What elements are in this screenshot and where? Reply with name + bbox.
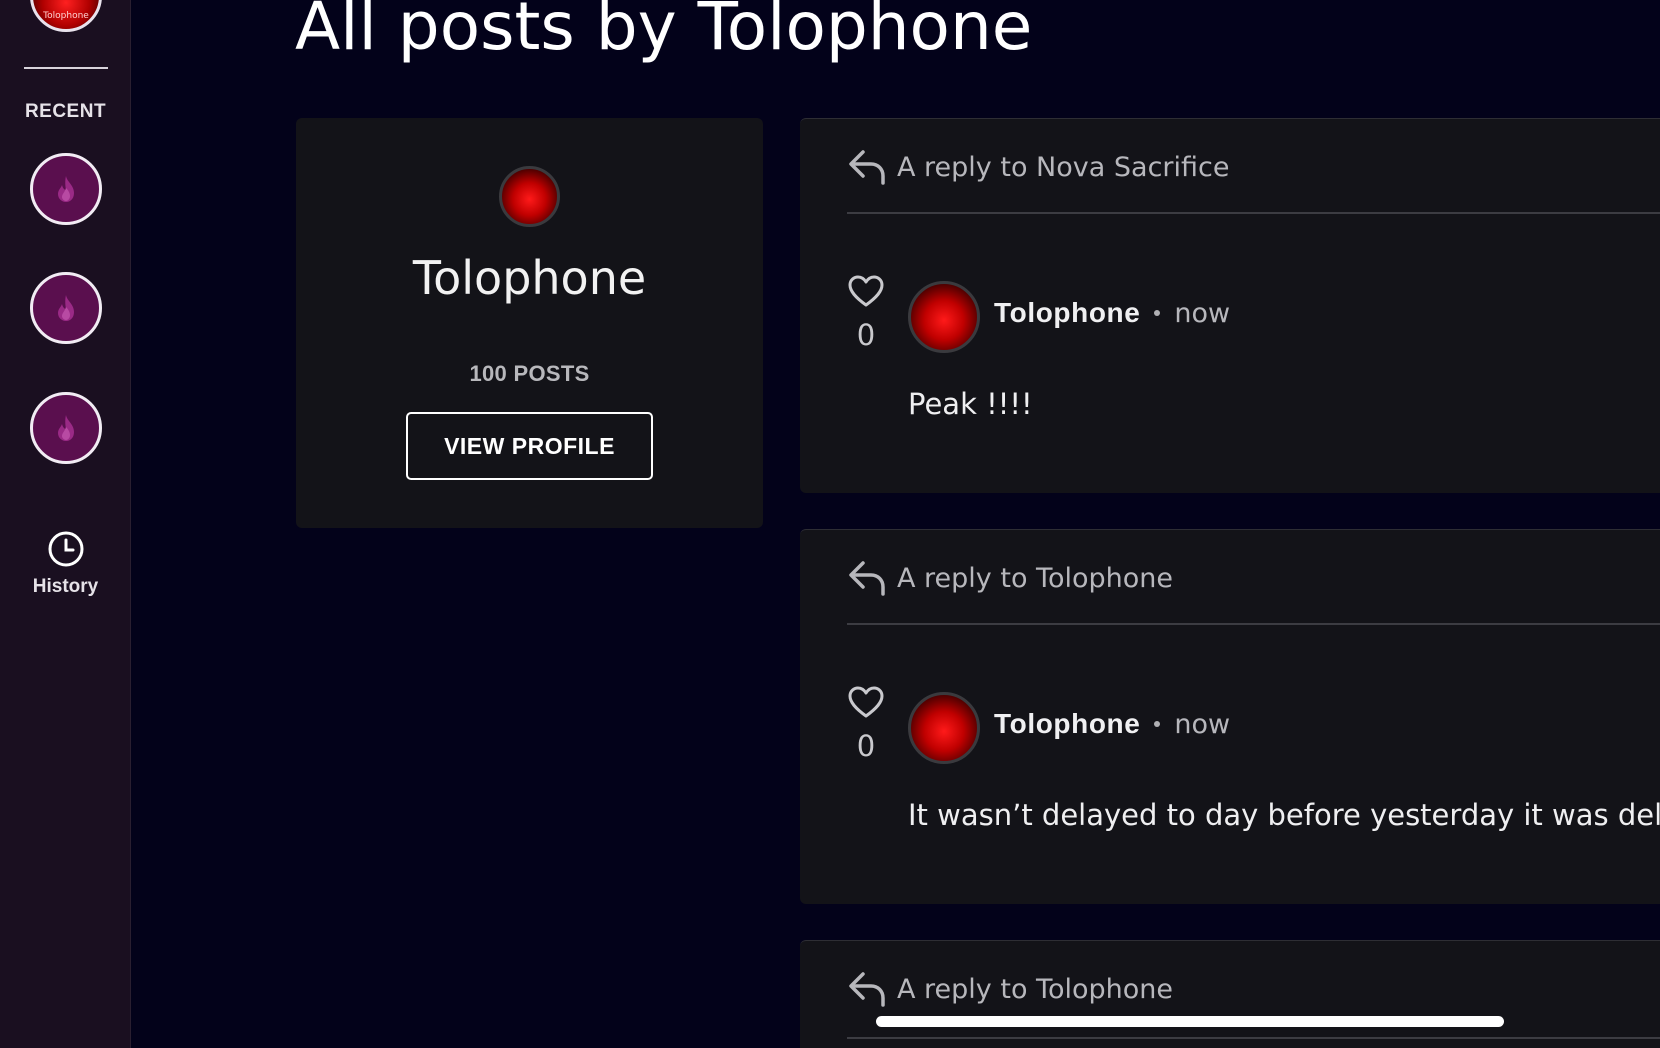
post-body: It wasn’t delayed to day before yesterda…	[908, 798, 1660, 832]
divider	[847, 623, 1660, 625]
separator-dot	[1154, 721, 1161, 727]
flame-icon	[58, 176, 74, 202]
reply-arrow-icon	[849, 561, 885, 596]
post-card: A reply to Tolophone	[800, 940, 1660, 1048]
recent-item-2[interactable]	[30, 272, 102, 344]
sidebar: Tolophone RECENT History	[0, 0, 131, 1048]
posts-count: 100 POSTS	[469, 361, 590, 386]
reply-context[interactable]: A reply to Tolophone	[847, 556, 1173, 600]
post-time: now	[1174, 297, 1231, 329]
reply-to-text: A reply to Tolophone	[897, 973, 1173, 1005]
reply-context[interactable]: A reply to Nova Sacrifice	[847, 145, 1229, 189]
history-button[interactable]: History	[0, 530, 131, 598]
reply-arrow-icon	[849, 150, 885, 185]
reply-context[interactable]: A reply to Tolophone	[847, 967, 1173, 1011]
post-time: now	[1174, 708, 1231, 740]
history-label: History	[32, 576, 99, 597]
profile-name: Tolophone	[412, 251, 647, 305]
like-count: 0	[856, 729, 876, 763]
divider	[847, 1037, 1660, 1039]
clock-icon	[48, 531, 83, 567]
heart-icon[interactable]	[847, 685, 885, 719]
author-name[interactable]: Tolophone	[994, 297, 1140, 329]
page: Tolophone RECENT History All posts by To…	[0, 0, 1660, 1048]
avatar-caption: Tolophone	[43, 11, 89, 21]
separator-dot	[1154, 310, 1161, 316]
flame-icon	[58, 295, 74, 321]
flame-icon	[58, 415, 74, 441]
like-count: 0	[856, 318, 876, 352]
heart-icon[interactable]	[847, 274, 885, 308]
reply-to-text: A reply to Nova Sacrifice	[897, 151, 1230, 183]
sidebar-divider	[24, 67, 108, 69]
author-name[interactable]: Tolophone	[994, 708, 1140, 740]
divider	[847, 212, 1660, 214]
recent-item-1[interactable]	[30, 153, 102, 225]
author-avatar[interactable]	[908, 281, 980, 353]
like-control: 0	[846, 685, 886, 763]
recent-item-3[interactable]	[30, 392, 102, 464]
author-line: Tolophone now	[994, 297, 1230, 329]
post-body: Peak !!!!	[908, 387, 1033, 421]
like-control: 0	[846, 274, 886, 352]
author-line: Tolophone now	[994, 708, 1230, 740]
reply-to-text: A reply to Tolophone	[897, 562, 1173, 594]
profile-avatar	[499, 166, 560, 227]
current-user-avatar[interactable]: Tolophone	[30, 0, 102, 32]
view-profile-button[interactable]: VIEW PROFILE	[406, 412, 653, 480]
recent-heading: RECENT	[24, 101, 107, 122]
post-card: A reply to Tolophone 0 Tolophone now It …	[800, 529, 1660, 904]
author-avatar[interactable]	[908, 692, 980, 764]
post-card: A reply to Nova Sacrifice 0 Tolophone no…	[800, 118, 1660, 493]
home-indicator[interactable]	[876, 1016, 1504, 1027]
profile-card: Tolophone 100 POSTS VIEW PROFILE	[296, 118, 763, 528]
page-title: All posts by Tolophone	[295, 0, 1033, 65]
reply-arrow-icon	[849, 972, 885, 1007]
